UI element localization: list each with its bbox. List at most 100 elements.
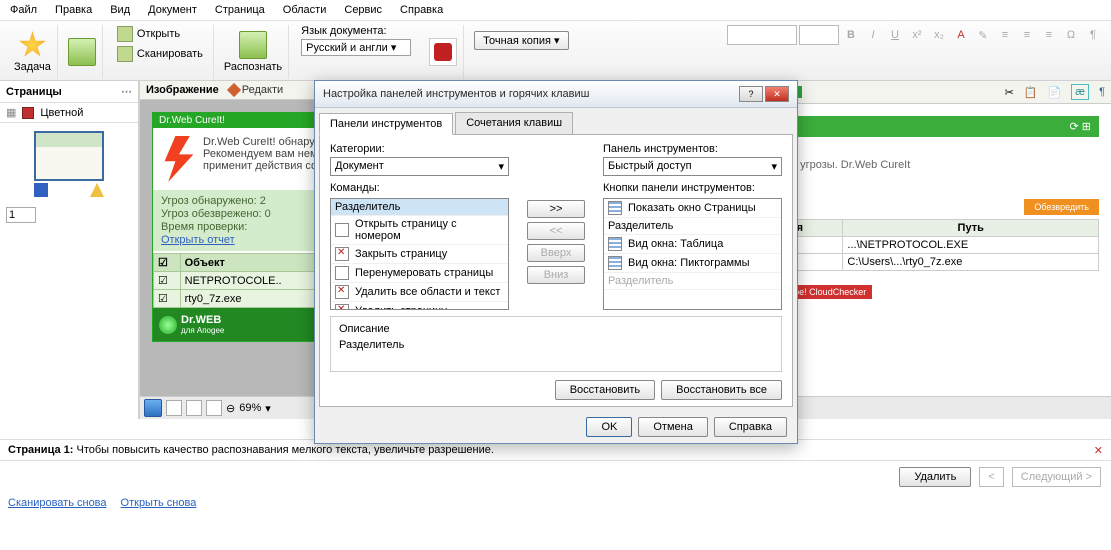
menu-document[interactable]: Документ xyxy=(148,4,197,16)
dialog-title: Настройка панелей инструментов и горячих… xyxy=(323,88,739,100)
help-button[interactable]: ? xyxy=(739,86,763,102)
highlight-icon[interactable]: ✎ xyxy=(973,25,993,45)
status-page: Страница 1: xyxy=(8,444,73,456)
rescan-link[interactable]: Сканировать снова xyxy=(8,497,107,509)
page-thumb-1[interactable] xyxy=(34,131,104,197)
align-center-icon[interactable]: ≡ xyxy=(1017,25,1037,45)
panel-select[interactable]: Быстрый доступ ▾ xyxy=(603,157,782,176)
layout-icon[interactable] xyxy=(186,400,202,416)
lang-select[interactable]: Русский и англи ▾ xyxy=(301,39,411,56)
next-page-button[interactable]: Следующий > xyxy=(1012,467,1101,487)
up-button[interactable]: Вверх xyxy=(527,244,585,262)
list-item[interactable]: Показать окно Страницы xyxy=(628,202,756,214)
categories-label: Категории: xyxy=(330,143,509,155)
delete-button[interactable]: Удалить xyxy=(899,467,971,487)
new-page-button[interactable] xyxy=(68,38,96,66)
list-item[interactable]: Вид окна: Таблица xyxy=(628,238,723,250)
prev-page-button[interactable]: < xyxy=(979,467,1003,487)
thumb-view-icon[interactable]: ▦ xyxy=(6,106,16,119)
panel-label: Панель инструментов: xyxy=(603,143,782,155)
restore-button[interactable]: Восстановить xyxy=(555,380,655,400)
add-button[interactable]: >> xyxy=(527,200,585,218)
list-item[interactable]: Удалить все области и текст xyxy=(355,286,500,298)
commands-label: Команды: xyxy=(330,182,509,194)
down-button[interactable]: Вниз xyxy=(527,266,585,284)
italic-icon[interactable]: I xyxy=(863,25,883,45)
ae-icon[interactable]: æ xyxy=(1071,84,1089,100)
close-status-icon[interactable]: ✕ xyxy=(1094,444,1103,457)
menu-areas[interactable]: Области xyxy=(283,4,327,16)
remove-button[interactable]: << xyxy=(527,222,585,240)
page-number-input[interactable] xyxy=(6,207,36,223)
task-button[interactable]: Задача xyxy=(14,31,51,73)
task-label: Задача xyxy=(14,61,51,73)
pdf-icon xyxy=(429,38,457,66)
help-button[interactable]: Справка xyxy=(714,417,787,437)
align-right-icon[interactable]: ≡ xyxy=(1039,25,1059,45)
copy-icon[interactable]: 📋 xyxy=(1024,86,1038,99)
nav-button[interactable] xyxy=(144,399,162,417)
pages-tools-icon[interactable]: ⋯ xyxy=(121,85,132,98)
open-label: Открыть xyxy=(137,28,180,40)
menu-file[interactable]: Файл xyxy=(10,4,37,16)
menu-help[interactable]: Справка xyxy=(400,4,443,16)
star-icon xyxy=(18,31,46,59)
zoom-out-button[interactable]: ⊖ xyxy=(226,402,235,415)
scan-button[interactable]: Сканировать xyxy=(113,45,207,63)
bold-icon[interactable]: B xyxy=(841,25,861,45)
super-icon[interactable]: x² xyxy=(907,25,927,45)
thumb-image xyxy=(34,131,104,181)
menu-bar: Файл Правка Вид Документ Страница Област… xyxy=(0,0,1111,21)
tab-shortcuts[interactable]: Сочетания клавиш xyxy=(455,112,573,134)
reopen-link[interactable]: Открыть снова xyxy=(121,497,197,509)
list-item[interactable]: Удалить страницу xyxy=(355,305,447,310)
recognize-icon xyxy=(239,31,267,59)
formatting-toolbar: B I U x² x₂ A ✎ ≡ ≡ ≡ Ω ¶ xyxy=(727,25,1103,45)
commands-list[interactable]: Разделитель Открыть страницу с номером З… xyxy=(330,198,509,310)
list-item[interactable]: Разделитель xyxy=(608,220,673,232)
menu-view[interactable]: Вид xyxy=(110,4,130,16)
pilcrow-icon[interactable]: ¶ xyxy=(1083,25,1103,45)
link-bar: Сканировать снова Открыть снова xyxy=(0,493,1111,513)
menu-edit[interactable]: Правка xyxy=(55,4,92,16)
font-color-icon[interactable]: A xyxy=(951,25,971,45)
sub-icon[interactable]: x₂ xyxy=(929,25,949,45)
pdf-button[interactable] xyxy=(429,38,457,66)
omega-icon[interactable]: Ω xyxy=(1061,25,1081,45)
list-item[interactable]: Закрыть страницу xyxy=(355,248,447,260)
zoom-dropdown[interactable]: ▾ xyxy=(265,402,271,415)
recognize-button[interactable]: Распознать xyxy=(224,31,282,73)
renumber-icon xyxy=(335,266,349,280)
cut-icon[interactable]: ✂ xyxy=(1005,86,1014,99)
align-left-icon[interactable]: ≡ xyxy=(995,25,1015,45)
list-item[interactable]: Вид окна: Пиктограммы xyxy=(628,257,750,269)
menu-tools[interactable]: Сервис xyxy=(344,4,382,16)
list-item[interactable]: Разделитель xyxy=(335,201,400,213)
neutralize-button[interactable]: Обезвредить xyxy=(1024,199,1099,215)
paste-icon[interactable]: 📄 xyxy=(1048,86,1062,99)
mode-select[interactable]: Точная копия ▾ xyxy=(474,31,568,50)
open-button[interactable]: Открыть xyxy=(113,25,207,43)
tab-toolbars[interactable]: Панели инструментов xyxy=(319,113,453,135)
layout-icon[interactable] xyxy=(206,400,222,416)
categories-select[interactable]: Документ ▾ xyxy=(330,157,509,176)
close-button[interactable]: ✕ xyxy=(765,86,789,102)
menu-page[interactable]: Страница xyxy=(215,4,265,16)
color-swatch-icon[interactable] xyxy=(22,107,34,119)
list-item[interactable]: Разделитель xyxy=(608,275,673,287)
font-select[interactable] xyxy=(727,25,797,45)
list-item[interactable]: Открыть страницу с номером xyxy=(355,218,504,242)
underline-icon[interactable]: U xyxy=(885,25,905,45)
restore-all-button[interactable]: Восстановить все xyxy=(661,380,782,400)
buttons-list[interactable]: Показать окно Страницы Разделитель Вид о… xyxy=(603,198,782,310)
ok-button[interactable]: OK xyxy=(586,417,632,437)
edit-image-link[interactable]: Редакти xyxy=(229,84,283,96)
size-select[interactable] xyxy=(799,25,839,45)
cancel-button[interactable]: Отмена xyxy=(638,417,707,437)
scan-icon xyxy=(117,46,133,62)
color-mode-label[interactable]: Цветной xyxy=(40,107,83,119)
layout-icon[interactable] xyxy=(166,400,182,416)
pilcrow-icon[interactable]: ¶ xyxy=(1099,86,1105,98)
mode-label: Точная копия xyxy=(483,35,551,47)
list-item[interactable]: Перенумеровать страницы xyxy=(355,267,493,279)
